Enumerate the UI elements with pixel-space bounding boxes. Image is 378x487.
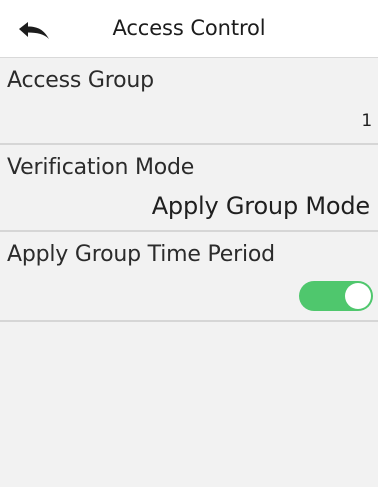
- apply-group-time-period-toggle[interactable]: [299, 281, 373, 311]
- apply-group-time-period-item[interactable]: Apply Group Time Period: [0, 232, 378, 322]
- header-bar: Access Control: [0, 0, 378, 58]
- access-group-label: Access Group: [7, 68, 154, 93]
- verification-mode-item[interactable]: Verification Mode Apply Group Mode: [0, 145, 378, 232]
- access-group-item[interactable]: Access Group 1: [0, 58, 378, 145]
- toggle-knob: [345, 283, 371, 309]
- verification-mode-label: Verification Mode: [7, 155, 195, 180]
- verification-mode-value: Apply Group Mode: [151, 192, 370, 220]
- access-group-value: 1: [361, 111, 372, 131]
- apply-group-time-period-label: Apply Group Time Period: [7, 242, 275, 267]
- settings-list: Access Group 1 Verification Mode Apply G…: [0, 58, 378, 322]
- page-title: Access Control: [112, 16, 266, 40]
